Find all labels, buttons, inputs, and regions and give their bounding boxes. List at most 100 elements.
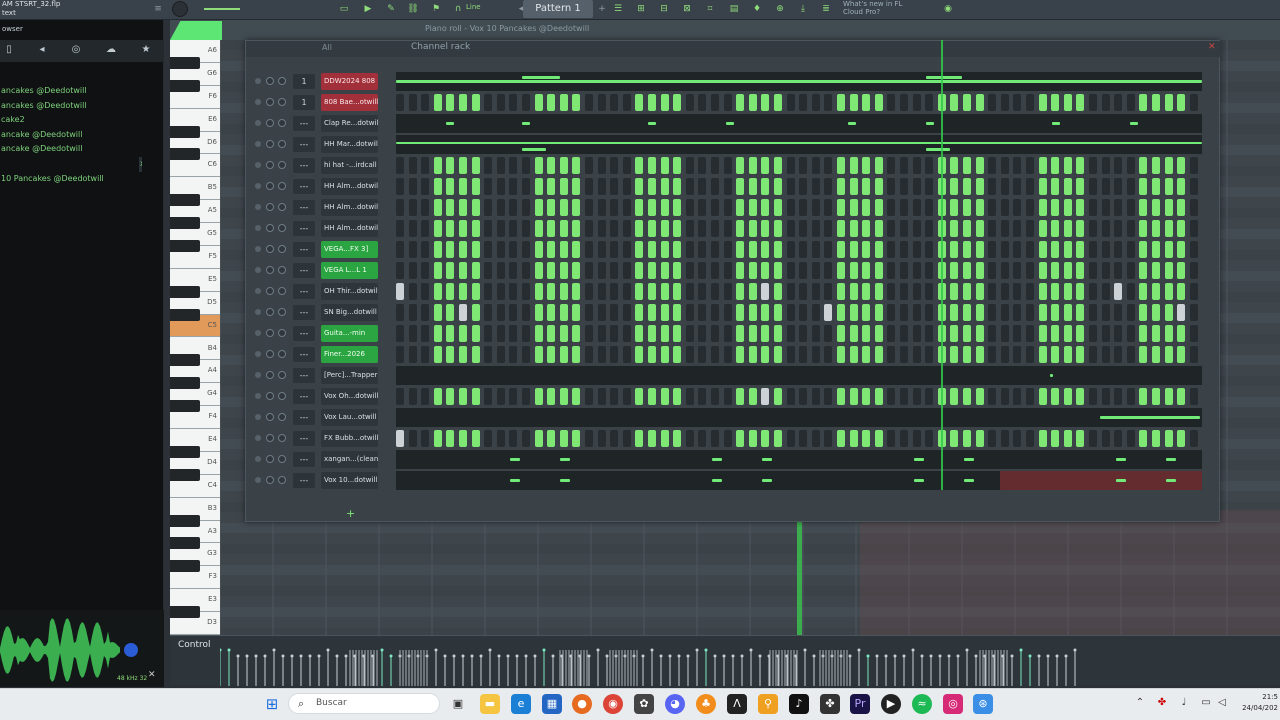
step-button[interactable] [748,262,757,279]
channel-name-button[interactable]: SN Big...dotwill [321,304,378,321]
step-button[interactable] [522,178,530,195]
step-button[interactable] [862,157,871,174]
step-button[interactable] [408,157,417,174]
step-button[interactable] [622,430,631,447]
network-icon[interactable]: ▭ [1200,697,1212,709]
step-button[interactable] [925,157,934,174]
step-button[interactable] [1114,430,1123,447]
step-button[interactable] [484,346,493,363]
channel-mute-toggle[interactable] [266,140,274,148]
step-button[interactable] [1139,430,1148,447]
step-button[interactable] [786,283,795,300]
step-button[interactable] [509,157,518,174]
step-button[interactable] [421,346,430,363]
step-button[interactable] [534,283,543,300]
step-button[interactable] [1063,304,1072,321]
step-button[interactable] [862,220,871,237]
channel-select-marker[interactable] [385,200,388,215]
step-button[interactable] [1089,388,1097,405]
step-button[interactable] [887,157,896,174]
step-button[interactable] [1126,325,1135,342]
step-button[interactable] [484,325,493,342]
step-button[interactable] [1013,157,1022,174]
step-button[interactable] [912,430,921,447]
step-button[interactable] [774,388,782,405]
step-button[interactable] [459,388,467,405]
step-button[interactable] [975,430,984,447]
step-button[interactable] [1164,304,1173,321]
step-button[interactable] [1189,178,1198,195]
step-button[interactable] [484,304,493,321]
step-button[interactable] [1152,325,1160,342]
channel-mixer-track[interactable]: --- [293,473,315,488]
step-button[interactable] [610,220,619,237]
step-button[interactable] [761,304,770,321]
step-button[interactable] [1139,178,1148,195]
step-button[interactable] [811,346,820,363]
step-button[interactable] [1063,178,1072,195]
step-button[interactable] [534,430,543,447]
step-button[interactable] [786,346,795,363]
step-button[interactable] [900,430,908,447]
step-button[interactable] [446,283,455,300]
step-button[interactable] [1177,94,1186,111]
step-button[interactable] [496,94,505,111]
ableton-icon[interactable]: Λ [727,694,747,714]
step-button[interactable] [900,178,908,195]
download-icon[interactable]: ⤓ [795,2,811,17]
step-button[interactable] [912,241,921,258]
step-button[interactable] [1051,241,1060,258]
step-button[interactable] [408,325,417,342]
step-button[interactable] [559,157,568,174]
channel-pan-knob[interactable] [278,140,286,148]
step-button[interactable] [1089,283,1097,300]
step-button[interactable] [648,199,656,216]
step-button[interactable] [534,241,543,258]
step-button[interactable] [698,199,707,216]
step-button[interactable] [408,346,417,363]
step-button[interactable] [862,178,871,195]
step-button[interactable] [912,283,921,300]
tiktok-icon[interactable]: ♪ [789,694,809,714]
step-button[interactable] [547,325,556,342]
step-button[interactable] [837,262,845,279]
step-button[interactable] [698,283,707,300]
step-button[interactable] [988,262,997,279]
step-button[interactable] [484,430,493,447]
step-button[interactable] [799,346,808,363]
step-button[interactable] [1000,283,1009,300]
step-button[interactable] [572,199,581,216]
step-button[interactable] [963,178,971,195]
step-button[interactable] [912,157,921,174]
step-button[interactable] [1063,346,1072,363]
step-button[interactable] [748,388,757,405]
step-button[interactable] [1013,262,1022,279]
step-button[interactable] [509,178,518,195]
step-button[interactable] [723,283,732,300]
channel-select-marker[interactable] [385,410,388,425]
add-channel-button[interactable]: + [346,507,355,520]
step-button[interactable] [597,388,606,405]
step-button[interactable] [887,283,896,300]
channel-mute-toggle[interactable] [266,77,274,85]
channel-led[interactable] [255,246,261,252]
step-button[interactable] [963,388,971,405]
step-button[interactable] [1164,220,1173,237]
step-button[interactable] [1126,304,1135,321]
step-button[interactable] [496,346,505,363]
channel-mixer-track[interactable]: --- [293,158,315,173]
record-icon[interactable]: ⊕ [772,2,788,17]
store-icon[interactable]: ▦ [542,694,562,714]
step-button[interactable] [1126,430,1135,447]
step-button[interactable] [509,241,518,258]
step-button[interactable] [837,304,845,321]
channel-led[interactable] [255,225,261,231]
step-button[interactable] [1000,262,1009,279]
step-button[interactable] [950,262,959,279]
step-button[interactable] [622,94,631,111]
play-icon[interactable]: ▶ [360,2,376,17]
step-button[interactable] [1063,262,1072,279]
davinci-icon[interactable]: ✤ [820,694,840,714]
step-button[interactable] [862,346,871,363]
step-button[interactable] [547,178,556,195]
